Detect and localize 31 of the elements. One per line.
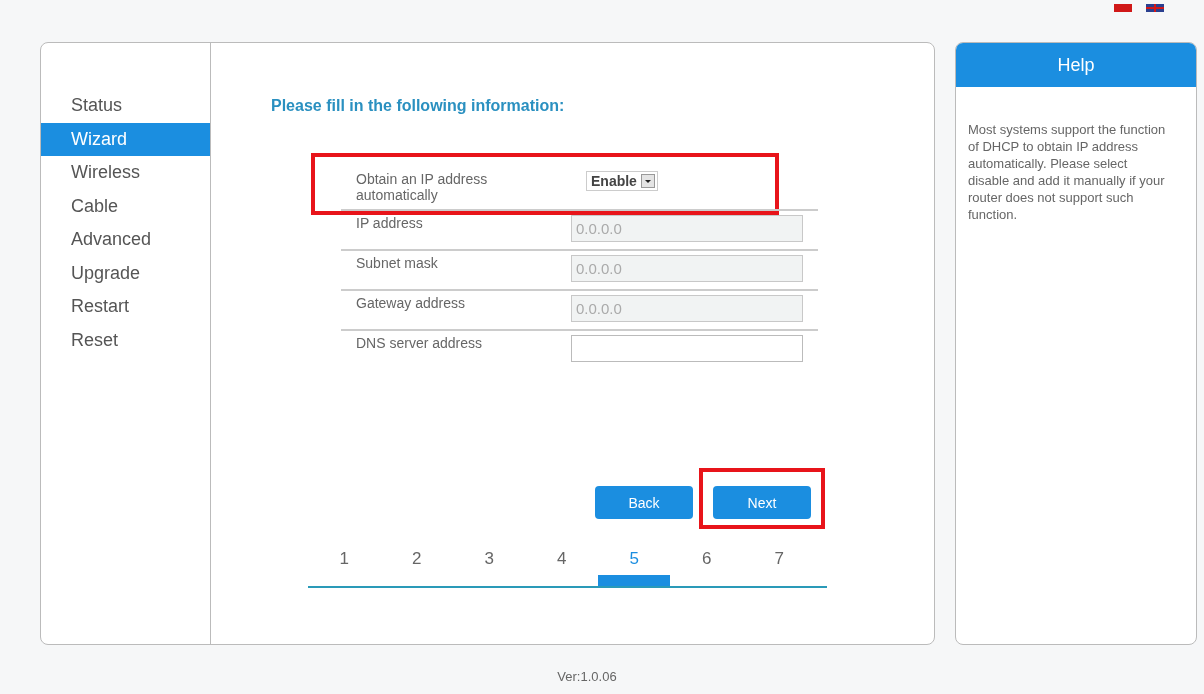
caret-icon: [640, 174, 655, 188]
flag-icon[interactable]: [1146, 4, 1164, 12]
wizard-button[interactable]: Next: [713, 486, 811, 519]
step-number[interactable]: 6: [702, 549, 712, 571]
field-label: IP address: [355, 215, 424, 231]
dropdown[interactable]: Enable: [586, 171, 658, 191]
field-label: Subnet mask: [355, 255, 439, 271]
help-text: Most systems support the function of DHCP to obtain IP address automatically. Please select disable and add it manually if your router does not support such function.: [967, 121, 1167, 223]
sidebar-item[interactable]: Wireless: [41, 156, 210, 190]
sidebar-item[interactable]: Restart: [41, 290, 210, 324]
step-number[interactable]: 3: [484, 549, 494, 571]
sidebar-item[interactable]: Status: [41, 89, 210, 123]
sidebar-item[interactable]: Upgrade: [41, 256, 210, 290]
step-number[interactable]: 4: [557, 549, 567, 571]
sidebar-item[interactable]: Reset: [41, 323, 210, 357]
field-label: Gateway address: [355, 295, 466, 311]
help-title: Help: [956, 43, 1196, 87]
wizard-button[interactable]: Back: [595, 486, 693, 519]
field-label: Obtain an IP address automatically: [355, 171, 489, 203]
sidebar-item[interactable]: Advanced: [41, 223, 210, 257]
sidebar-item[interactable]: Cable: [41, 189, 210, 223]
version-label: Ver:1.0.06: [556, 669, 618, 684]
input-field[interactable]: [571, 335, 803, 362]
field-label: DNS server address: [355, 335, 484, 351]
sidebar-item[interactable]: Wizard: [41, 122, 210, 156]
flag-icon[interactable]: [1114, 4, 1132, 12]
step-number[interactable]: 5: [629, 549, 639, 571]
form-heading: Please fill in the following information:: [271, 97, 566, 115]
step-number[interactable]: 1: [339, 549, 349, 571]
step-number[interactable]: 7: [774, 549, 784, 571]
step-number[interactable]: 2: [412, 549, 422, 571]
